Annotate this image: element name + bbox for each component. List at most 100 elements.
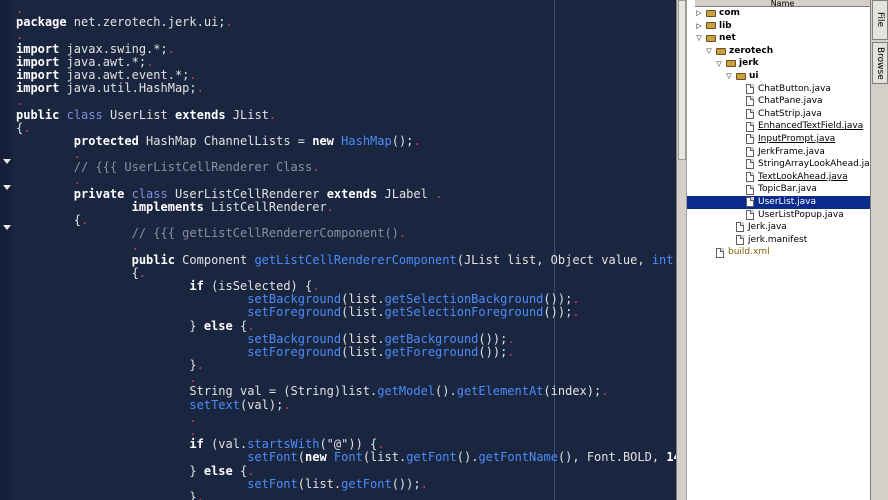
code-token: setBackground [247,292,342,307]
tree-item-label: build.xml [728,247,770,258]
tree-item-label: jerk.manifest [748,234,808,245]
file-icon [746,159,754,170]
folder-icon [706,9,716,17]
code-token: net.zerotech.jerk.ui [66,15,219,30]
folder-icon [726,60,736,68]
tree-folder[interactable]: ▽ zerotech [705,45,773,58]
tree-folder[interactable]: ▷ lib [695,20,731,33]
code-token: (list. [341,305,385,320]
code-token: . [247,463,255,478]
code-token: UserListCellRenderer [167,186,327,201]
fold-marker-icon[interactable] [3,159,11,164]
expanded-triangle-icon[interactable]: ▽ [695,34,703,42]
tree-item-label: EnhancedTextField.java [758,121,864,132]
fold-marker-icon[interactable] [3,185,11,190]
tree-file[interactable]: EnhancedTextField.java [735,120,863,133]
tree-file[interactable]: StringArrayLookAhead.java [735,158,881,171]
dock-tab-file-system-browser[interactable]: File System Browser [872,0,888,40]
file-icon [746,172,754,183]
code-token: . [283,397,291,412]
tree-file[interactable]: build.xml [705,246,770,259]
code-token: getSelectionForeground [384,305,544,320]
fold-gutter [0,0,12,500]
tree-folder[interactable]: ▽ ui [725,70,758,83]
tree-item-label: jerk [739,58,759,69]
tree-folder[interactable]: ▷ com [695,7,740,20]
dock-tab-browse[interactable]: Browse [872,42,888,84]
tree-file[interactable]: TextLookAhead.java [735,171,848,184]
file-icon [746,109,754,120]
tree-file[interactable]: JerkFrame.java [735,146,825,159]
code-token: . [413,133,421,148]
tree-file[interactable]: jerk.manifest [725,234,807,247]
code-token: public [131,252,175,267]
code-token: getBackground [384,331,479,346]
folder-icon [716,47,726,55]
collapsed-triangle-icon[interactable]: ▷ [695,22,703,30]
tree-file[interactable]: Jerk.java [725,221,787,234]
tree-item-label: zerotech [729,45,774,56]
code-token: . [196,358,204,373]
tree-file[interactable]: ChatButton.java [735,83,831,96]
tree-folder[interactable]: ▽ jerk [715,57,759,70]
code-line[interactable]: public class UserList extends JList. [16,107,676,122]
code-line[interactable]: package net.zerotech.jerk.ui;. [16,16,676,29]
code-token: getSelectionBackground [384,292,544,307]
file-icon [746,121,754,132]
editor-vertical-scrollbar[interactable] [676,0,686,500]
tree-folder[interactable]: ▽ net [695,32,736,45]
code-line[interactable]: protected HashMap ChannelLists = new Has… [16,133,676,148]
code-token: extends [174,107,226,122]
code-token: getElementAt [456,384,544,399]
code-token: . [572,305,580,320]
code-text[interactable]: . package net.zerotech.jerk.ui;.. import j… [16,2,676,500]
tree-file[interactable]: ChatPane.java [735,95,823,108]
code-token: getFont [341,476,392,491]
code-token: ()); [543,305,573,320]
collapsed-triangle-icon[interactable]: ▷ [695,9,703,17]
code-token: 14 [666,450,676,465]
code-token: java.awt.*; [59,54,147,69]
code-token: . [196,81,204,96]
code-line[interactable]: implements ListCellRenderer. [16,200,676,214]
fold-marker-icon[interactable] [3,225,11,230]
folder-icon [706,22,716,30]
code-line[interactable]: // {{{ UserListCellRenderer Class. [16,161,676,174]
expanded-triangle-icon[interactable]: ▽ [705,47,713,55]
code-token: . [601,384,609,399]
tree-file[interactable]: TopicBar.java [735,183,817,196]
code-line[interactable]: }. [16,490,676,500]
code-line[interactable]: import java.util.HashMap;. [16,82,676,95]
code-token: . [247,318,255,333]
expanded-triangle-icon[interactable]: ▽ [725,72,733,80]
code-token: HashMap ChannelLists = [138,133,313,148]
name-column-header[interactable]: Name [695,0,870,8]
tree-item-label: Jerk.java [748,222,787,233]
code-editor[interactable]: . package net.zerotech.jerk.ui;.. import j… [0,0,676,500]
code-token: (). [435,384,457,399]
tree-file[interactable]: UserListPopup.java [735,209,844,222]
tree-file[interactable]: ChatStrip.java [735,108,822,121]
code-token: class [66,107,103,122]
tree-file[interactable]: UserList.java [687,196,870,209]
scrollbar-thumb[interactable] [678,0,686,160]
code-token: // {{{ UserListCellRenderer Class [73,160,313,175]
file-icon [746,83,754,94]
code-token: import [16,54,60,69]
tree-file[interactable]: InputPrompt.java [735,133,835,146]
expanded-triangle-icon[interactable]: ▽ [715,60,723,68]
tree-item-label: TopicBar.java [758,184,817,195]
